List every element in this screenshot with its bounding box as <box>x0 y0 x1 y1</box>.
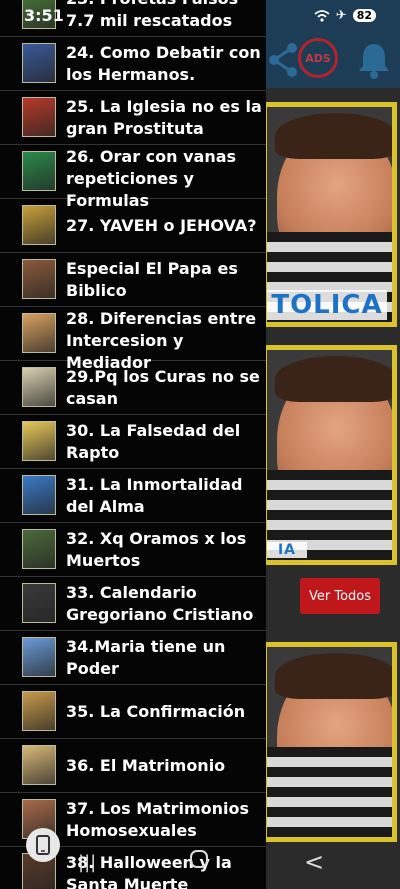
drawer-item[interactable]: 24. Como Debatir con los Hermanos. <box>0 36 266 91</box>
drawer-item-label: 34.Maria tiene un Poder <box>66 636 226 678</box>
drawer-item-thumbnail <box>22 313 56 353</box>
drawer-item[interactable]: 33. Calendario Gregoriano Cristiano <box>0 576 266 631</box>
drawer-item-label: 35. La Confirmación <box>66 701 246 721</box>
navigation-drawer: 23. Profetas Falsos 7.7 mil rescatados24… <box>0 0 266 889</box>
video-thumbnail-2[interactable]: IA <box>262 345 397 565</box>
drawer-item-thumbnail <box>22 259 56 299</box>
drawer-item[interactable]: 26. Orar con vanas repeticiones y Formul… <box>0 144 266 210</box>
drawer-item-thumbnail <box>22 745 56 785</box>
drawer-item-label: 27. YAVEH o JEHOVA? <box>66 215 257 235</box>
drawer-item-thumbnail <box>22 421 56 461</box>
home-icon <box>190 850 208 868</box>
drawer-item-label: 36. El Matrimonio <box>66 755 226 775</box>
drawer-item[interactable]: 30. La Falsedad del Rapto <box>0 414 266 469</box>
drawer-item-label: 32. Xq Oramos x los Muertos <box>66 528 247 570</box>
drawer-item[interactable]: 28. Diferencias entre Intercesion y Medi… <box>0 306 266 372</box>
video-thumbnail-1[interactable]: TOLICA <box>262 102 397 327</box>
drawer-item[interactable]: 31. La Inmortalidad del Alma <box>0 468 266 523</box>
system-nav-bar: ||| < <box>0 838 400 889</box>
drawer-item[interactable]: 34.Maria tiene un Poder <box>0 630 266 685</box>
drawer-item-thumbnail <box>22 367 56 407</box>
drawer-item-thumbnail <box>22 691 56 731</box>
drawer-item[interactable]: 29.Pq los Curas no se casan <box>0 360 266 415</box>
drawer-item-thumbnail <box>22 637 56 677</box>
drawer-item-label: 33. Calendario Gregoriano Cristiano <box>66 582 254 624</box>
drawer-item-label: 25. La Iglesia no es la gran Prostituta <box>66 96 262 138</box>
smartphone-icon <box>36 835 50 855</box>
hair <box>275 356 392 402</box>
poster-label: IA <box>267 542 307 558</box>
no-ads-button[interactable]: ADS <box>298 38 338 78</box>
no-ads-label: ADS <box>305 51 331 65</box>
shirt <box>267 747 392 837</box>
status-bar: 3:51 ✈ 82 <box>0 0 400 30</box>
drawer-item-thumbnail <box>22 97 56 137</box>
drawer-item-label: 37. Los Matrimonios Homosexuales <box>66 798 249 840</box>
bell-icon[interactable] <box>354 40 394 80</box>
drawer-item[interactable]: 25. La Iglesia no es la gran Prostituta <box>0 90 266 145</box>
video-thumbnail-3[interactable] <box>262 642 397 842</box>
drawer-item[interactable]: 35. La Confirmación <box>0 684 266 739</box>
home-button[interactable] <box>188 848 210 876</box>
drawer-item-label: 29.Pq los Curas no se casan <box>66 366 260 408</box>
drawer-item[interactable]: 32. Xq Oramos x los Muertos <box>0 522 266 577</box>
battery-indicator: 82 <box>352 9 376 22</box>
hair <box>275 653 392 699</box>
wifi-icon <box>314 9 330 22</box>
recents-button[interactable]: ||| <box>78 852 96 873</box>
drawer-item[interactable]: 36. El Matrimonio <box>0 738 266 793</box>
drawer-item-label: 30. La Falsedad del Rapto <box>66 420 241 462</box>
drawer-item[interactable]: 27. YAVEH o JEHOVA? <box>0 198 266 253</box>
drawer-item-label: Especial El Papa es Biblico <box>66 258 238 300</box>
back-button[interactable]: < <box>304 848 324 876</box>
drawer-item-label: 24. Como Debatir con los Hermanos. <box>66 42 261 84</box>
drawer-item-thumbnail <box>22 475 56 515</box>
drawer-item-thumbnail <box>22 583 56 623</box>
ver-todos-button[interactable]: Ver Todos <box>300 578 380 614</box>
drawer-item-thumbnail <box>22 151 56 191</box>
drawer-item-thumbnail <box>22 205 56 245</box>
status-time: 3:51 <box>24 6 64 25</box>
drawer-item[interactable]: Especial El Papa es Biblico <box>0 252 266 307</box>
drawer-item-thumbnail <box>22 529 56 569</box>
phone-shortcut-icon[interactable] <box>26 828 60 862</box>
airplane-icon: ✈ <box>335 8 347 23</box>
drawer-item-thumbnail <box>22 43 56 83</box>
drawer-item-label: 31. La Inmortalidad del Alma <box>66 474 243 516</box>
hair <box>275 113 392 159</box>
status-icons: ✈ 82 <box>314 8 376 23</box>
poster-label: TOLICA <box>267 290 387 320</box>
